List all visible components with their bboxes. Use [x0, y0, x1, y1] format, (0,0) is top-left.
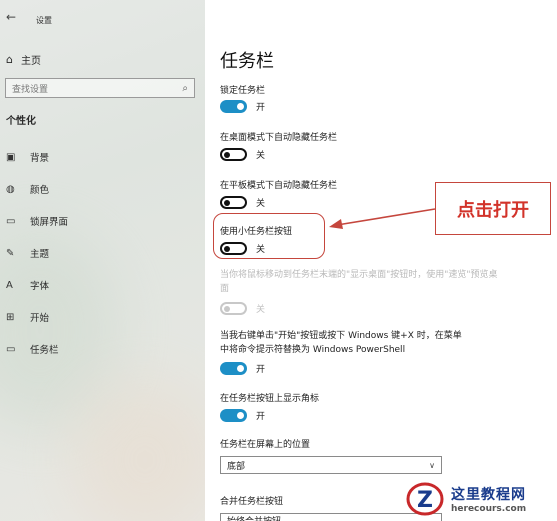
watermark-cn: 这里教程网 [451, 487, 526, 503]
setting-label: 当我右键单击"开始"按钮或按下 Windows 键+X 时，在菜单中将命令提示符… [220, 331, 462, 355]
watermark-en: herecours.com [451, 504, 527, 514]
search-input[interactable]: 查找设置 ⌕ [5, 78, 195, 98]
sidebar-item-label: 主题 [30, 249, 50, 260]
autohide-desktop-toggle[interactable]: 关 [220, 148, 265, 161]
position-value: 底部 [227, 461, 246, 472]
small-buttons-toggle[interactable]: 关 [220, 242, 265, 255]
sidebar-item-themes[interactable]: ✎ 主题 [6, 246, 50, 261]
autohide-tablet-toggle[interactable]: 关 [220, 196, 265, 209]
annotation-arrow [329, 208, 436, 229]
toggle-switch[interactable] [220, 100, 247, 113]
toggle-state: 关 [256, 199, 266, 209]
sidebar-item-lock-screen[interactable]: ▭ 锁屏界面 [6, 214, 69, 229]
toggle-switch[interactable] [220, 409, 247, 422]
sidebar-item-label: 任务栏 [30, 345, 59, 356]
toggle-state: 关 [256, 305, 266, 315]
lock-taskbar-toggle[interactable]: 开 [220, 100, 265, 113]
toggle-switch[interactable] [220, 242, 247, 255]
watermark-logo-icon: Z [405, 479, 445, 519]
page-title: 任务栏 [220, 51, 274, 72]
lock-screen-icon: ▭ [6, 215, 16, 227]
toggle-state: 关 [256, 245, 266, 255]
badges-toggle[interactable]: 开 [220, 409, 265, 422]
window-title: 设置 [36, 16, 52, 25]
sidebar-item-label: 开始 [30, 313, 50, 324]
sidebar-item-label: 颜色 [30, 185, 50, 196]
toggle-switch[interactable] [220, 196, 247, 209]
setting-label: 在平板模式下自动隐藏任务栏 [220, 181, 338, 191]
position-select[interactable]: 底部 ∨ [220, 456, 442, 474]
position-label: 任务栏在屏幕上的位置 [220, 440, 311, 450]
chevron-down-icon: ∨ [429, 460, 435, 470]
sidebar-item-fonts[interactable]: A 字体 [6, 278, 50, 293]
home-icon: ⌂ [6, 53, 13, 66]
search-icon: ⌕ [182, 82, 188, 94]
taskbar-icon: ▭ [6, 343, 16, 355]
section-heading: 个性化 [6, 116, 36, 127]
watermark: Z 这里教程网 herecours.com [405, 478, 555, 520]
start-icon: ⊞ [6, 311, 15, 323]
toggle-switch[interactable] [220, 148, 247, 161]
home-label: 主页 [20, 56, 41, 67]
setting-label: 在桌面模式下自动隐藏任务栏 [220, 133, 338, 143]
palette-icon: ◍ [6, 183, 15, 195]
font-icon: A [6, 279, 13, 291]
toggle-switch[interactable] [220, 362, 247, 375]
peek-toggle: 关 [220, 302, 265, 315]
sidebar-item-label: 字体 [30, 281, 50, 292]
toggle-state: 开 [256, 412, 266, 422]
sidebar-item-background[interactable]: ▣ 背景 [6, 150, 50, 165]
combine-label: 合并任务栏按钮 [220, 497, 284, 507]
setting-label: 当你将鼠标移动到任务栏末端的"显示桌面"按钮时，使用"速览"预览桌面 [220, 270, 498, 294]
setting-label: 锁定任务栏 [220, 86, 266, 96]
sidebar-item-start[interactable]: ⊞ 开始 [6, 310, 50, 325]
sidebar-item-taskbar[interactable]: ▭ 任务栏 [6, 342, 59, 357]
toggle-state: 开 [256, 365, 266, 375]
toggle-state: 开 [256, 103, 266, 113]
sidebar-item-label: 锁屏界面 [30, 217, 69, 228]
powershell-toggle[interactable]: 开 [220, 362, 265, 375]
search-placeholder: 查找设置 [12, 84, 49, 95]
setting-label: 在任务栏按钮上显示角标 [220, 394, 320, 404]
sidebar-item-label: 背景 [30, 153, 50, 164]
main-panel: 任务栏 锁定任务栏 开 在桌面模式下自动隐藏任务栏 关 在平板模式下自动隐藏任务… [205, 0, 557, 521]
image-icon: ▣ [6, 151, 16, 163]
sidebar-item-color[interactable]: ◍ 颜色 [6, 182, 50, 197]
sidebar-item-home[interactable]: ⌂ 主页 [6, 52, 41, 67]
toggle-switch [220, 302, 247, 315]
brush-icon: ✎ [6, 247, 15, 259]
back-arrow-icon[interactable]: ← [6, 10, 16, 24]
callout-box: 点击打开 [435, 182, 551, 235]
sidebar: ← 设置 ⌂ 主页 查找设置 ⌕ 个性化 ▣ 背景 ◍ 颜色 ▭ 锁屏界面 ✎ … [0, 0, 205, 521]
setting-label: 使用小任务栏按钮 [220, 227, 293, 237]
svg-text:Z: Z [417, 488, 433, 513]
toggle-state: 关 [256, 151, 266, 161]
